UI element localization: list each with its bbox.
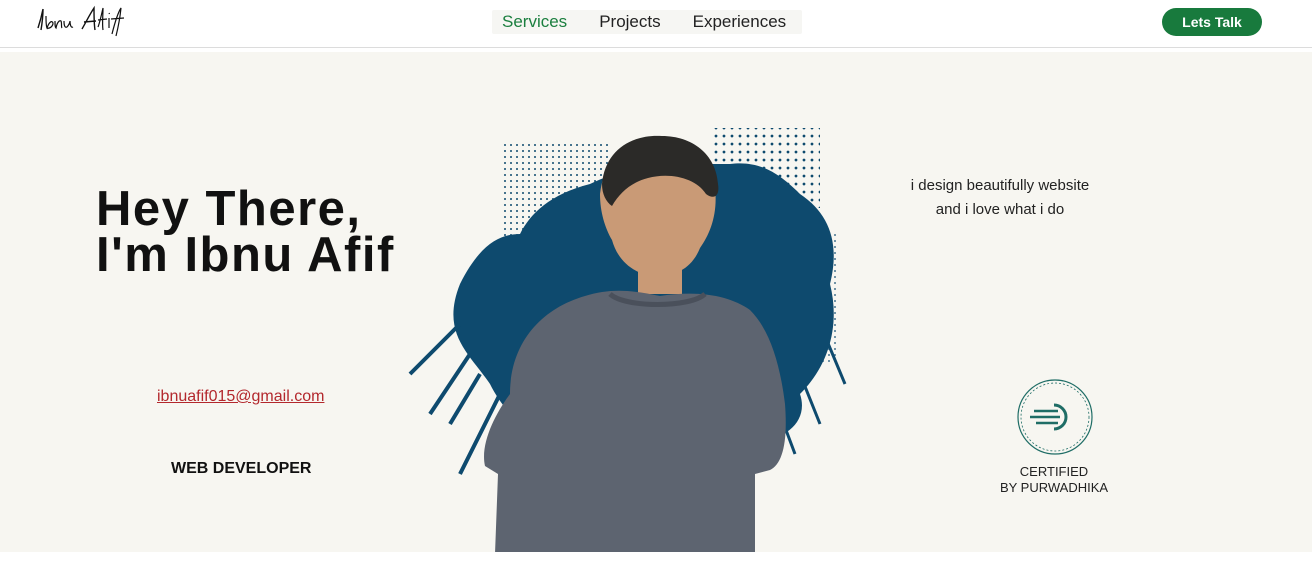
cert-line-1: CERTIFIED: [1019, 464, 1089, 479]
main-nav: Services Projects Experiences: [492, 10, 803, 34]
greeting-line-1: Hey There,: [96, 182, 362, 236]
certification-label: CERTIFIED BY PURWADHIKA: [980, 464, 1128, 496]
nav-experiences[interactable]: Experiences: [677, 10, 803, 34]
nav-projects[interactable]: Projects: [583, 10, 676, 34]
cert-line-2: BY PURWADHIKA: [999, 480, 1109, 495]
hero-headline: Hey There, I'm Ibnu Afif: [96, 182, 436, 282]
hero-section: Hey There, I'm Ibnu Afif ibnuafif015@gma…: [0, 52, 1312, 552]
nav-services[interactable]: Services: [492, 10, 583, 34]
speed-lines-circle-icon: [1017, 379, 1093, 455]
signature-logo[interactable]: [34, 4, 130, 40]
hero-tagline: i design beautifully website and i love …: [880, 174, 1120, 222]
profile-portrait: [408, 128, 847, 552]
greeting-line-2: I'm Ibnu Afif: [96, 228, 395, 282]
tagline-line-2: and i love what i do: [935, 201, 1065, 218]
lets-talk-button[interactable]: Lets Talk: [1162, 8, 1262, 36]
tagline-line-1: i design beautifully website: [910, 177, 1090, 194]
top-navbar: Services Projects Experiences Lets Talk: [0, 0, 1312, 48]
role-label: WEB DEVELOPER: [171, 460, 312, 477]
email-link[interactable]: ibnuafif015@gmail.com: [157, 388, 324, 406]
